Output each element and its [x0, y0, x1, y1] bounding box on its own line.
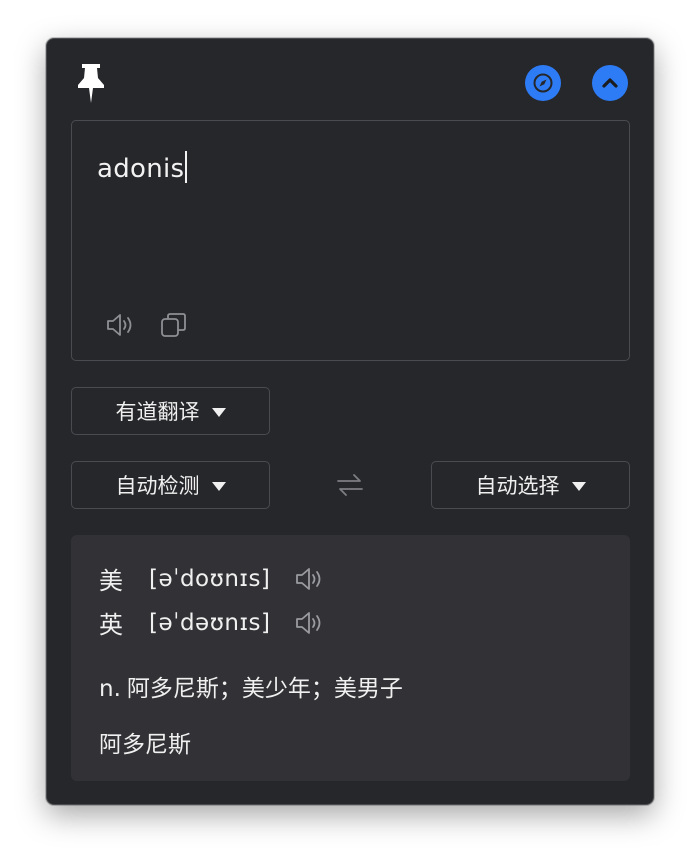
- speaker-icon[interactable]: [105, 309, 137, 341]
- speaker-icon[interactable]: [294, 608, 326, 638]
- translation-engine-dropdown[interactable]: 有道翻译: [71, 387, 270, 435]
- definition-line: n. 阿多尼斯；美少年；美男子: [99, 669, 403, 703]
- us-phonetic: [əˈdoʊnɪs]: [149, 565, 271, 592]
- translation-result-panel: 美 [əˈdoʊnɪs] 英 [əˈdəʊnɪs] n. 阿多尼斯；美少年；美男子…: [71, 535, 630, 781]
- caret-down-icon: [211, 481, 226, 491]
- speaker-icon[interactable]: [294, 564, 326, 594]
- collapse-button[interactable]: [592, 65, 628, 101]
- compass-icon: [533, 73, 553, 93]
- source-text-area[interactable]: adonis: [71, 120, 630, 361]
- us-phonetic-row: 美 [əˈdoʊnɪs]: [99, 561, 326, 596]
- swap-languages-icon[interactable]: [334, 471, 366, 499]
- uk-phonetic: [əˈdəʊnɪs]: [149, 609, 271, 636]
- caret-down-icon: [571, 481, 586, 491]
- copy-icon[interactable]: [158, 309, 190, 341]
- translator-window: adonis 有道翻译 自动检测 自动选择 美 [əˈdoʊnɪs] 英 [əˈ…: [46, 38, 654, 805]
- chevron-up-icon: [602, 78, 618, 88]
- source-text-value: adonis: [97, 154, 185, 184]
- translation-text: 阿多尼斯: [99, 732, 191, 758]
- uk-label: 英: [99, 611, 123, 639]
- caret-down-icon: [211, 407, 226, 417]
- engine-label: 有道翻译: [115, 400, 200, 424]
- source-language-label: 自动检测: [115, 474, 200, 498]
- target-language-dropdown[interactable]: 自动选择: [431, 461, 630, 509]
- target-language-label: 自动选择: [475, 474, 560, 498]
- text-caret: [185, 151, 188, 183]
- pin-icon[interactable]: [77, 61, 105, 103]
- source-language-dropdown[interactable]: 自动检测: [71, 461, 270, 509]
- uk-phonetic-row: 英 [əˈdəʊnɪs]: [99, 605, 326, 640]
- us-label: 美: [99, 567, 123, 595]
- part-of-speech: n.: [99, 676, 121, 702]
- compass-button[interactable]: [525, 65, 561, 101]
- source-text-input[interactable]: adonis: [97, 151, 188, 184]
- definition-text: 阿多尼斯；美少年；美男子: [126, 676, 403, 702]
